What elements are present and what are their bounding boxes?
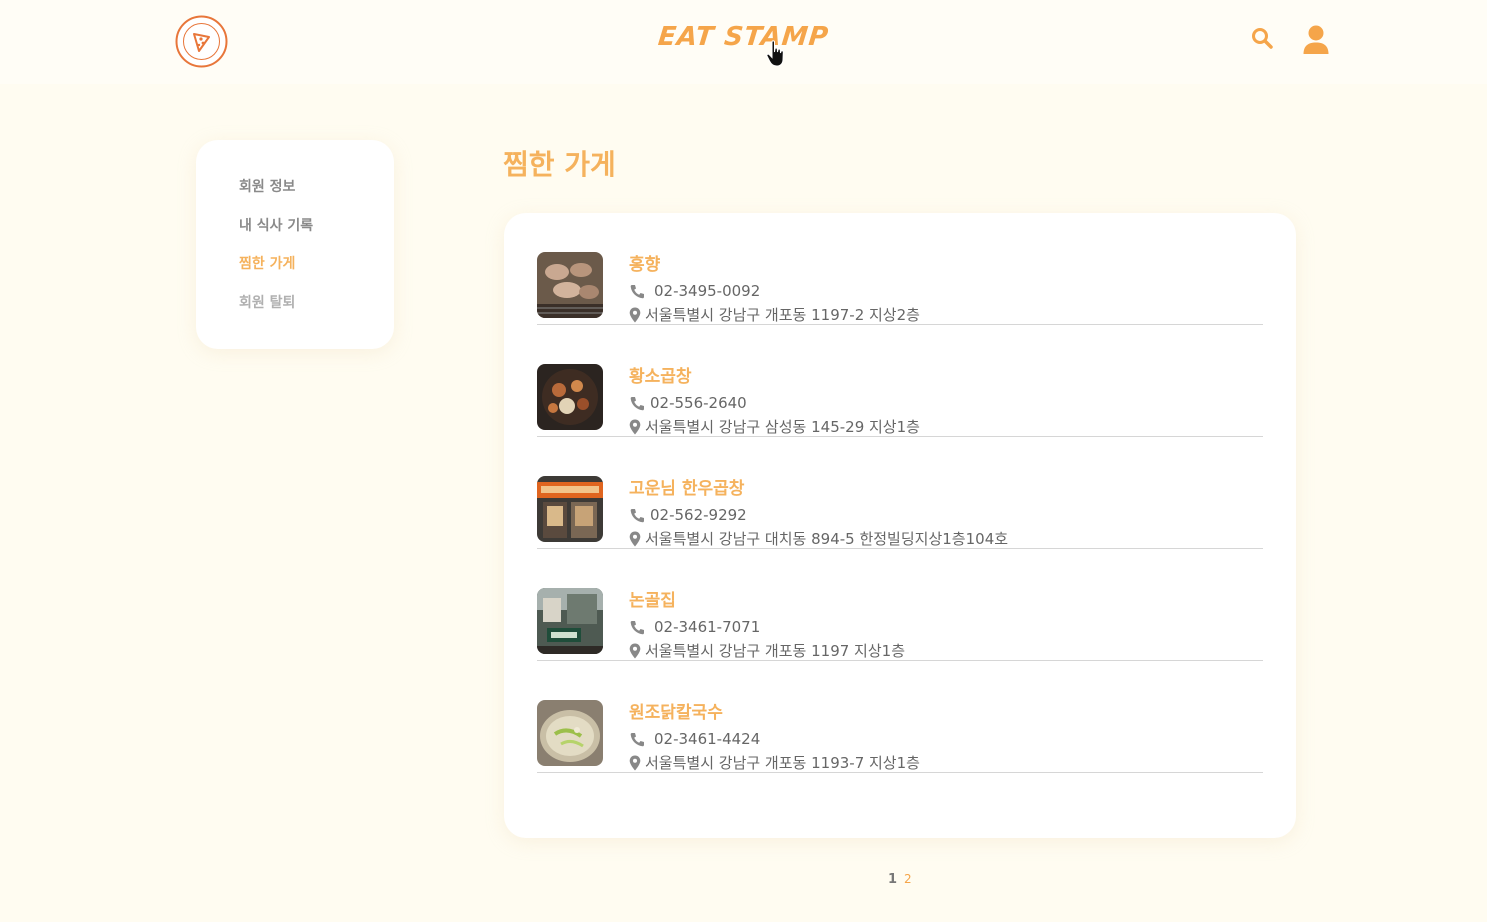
favorite-stores-list: 홍향 02-3495-0092 서울특별시 강남구 개포동 1197-2 지상2… — [504, 213, 1296, 838]
store-name[interactable]: 황소곱창 — [629, 362, 692, 387]
top-header: EAT STAMP — [0, 0, 1487, 84]
list-item[interactable]: 홍향 02-3495-0092 서울특별시 강남구 개포동 1197-2 지상2… — [537, 213, 1263, 325]
phone-number: 02-3495-0092 — [654, 282, 761, 300]
hand-pointer-cursor-icon — [766, 40, 784, 67]
store-photo[interactable] — [537, 588, 603, 654]
store-address: 서울특별시 강남구 삼성동 145-29 지상1층 — [629, 416, 920, 437]
phone-icon — [630, 620, 644, 634]
location-pin-icon — [629, 307, 641, 322]
store-phone: 02-562-9292 — [629, 506, 747, 524]
store-photo[interactable] — [537, 700, 603, 766]
store-photo[interactable] — [537, 364, 603, 430]
address-text: 서울특별시 강남구 개포동 1197 지상1층 — [645, 642, 905, 660]
page-title: 찜한 가게 — [503, 148, 616, 181]
list-item[interactable]: 논골집 02-3461-7071 서울특별시 강남구 개포동 1197 지상1층 — [537, 549, 1263, 661]
pagination: 1 2 — [888, 872, 912, 887]
mypage-sidebar: 회원 정보 내 식사 기록 찜한 가게 회원 탈퇴 — [196, 140, 394, 349]
phone-icon — [630, 508, 644, 522]
store-phone: 02-3461-7071 — [629, 618, 760, 636]
address-text: 서울특별시 강남구 삼성동 145-29 지상1층 — [645, 418, 920, 436]
store-address: 서울특별시 강남구 개포동 1193-7 지상1층 — [629, 752, 920, 773]
location-pin-icon — [629, 419, 641, 434]
store-phone: 02-3495-0092 — [629, 282, 760, 300]
store-phone: 02-3461-4424 — [629, 730, 760, 748]
phone-icon — [630, 732, 644, 746]
phone-number: 02-556-2640 — [650, 394, 747, 412]
store-address: 서울특별시 강남구 대치동 894-5 한정빌딩지상1층104호 — [629, 528, 1008, 549]
list-item[interactable]: 고운님 한우곱창 02-562-9292 서울특별시 강남구 대치동 894-5… — [537, 437, 1263, 549]
address-text: 서울특별시 강남구 개포동 1193-7 지상1층 — [645, 754, 920, 772]
phone-number: 02-562-9292 — [650, 506, 747, 524]
store-name[interactable]: 논골집 — [629, 586, 676, 611]
sidebar-item-favorite-stores[interactable]: 찜한 가게 — [239, 253, 394, 292]
sidebar-item-meal-history[interactable]: 내 식사 기록 — [239, 215, 394, 254]
store-name[interactable]: 고운님 한우곱창 — [629, 474, 744, 499]
store-phone: 02-556-2640 — [629, 394, 747, 412]
phone-number: 02-3461-7071 — [654, 618, 761, 636]
location-pin-icon — [629, 643, 641, 658]
store-name[interactable]: 원조닭칼국수 — [629, 698, 723, 723]
user-icon[interactable] — [1302, 25, 1330, 55]
list-item[interactable]: 황소곱창 02-556-2640 서울특별시 강남구 삼성동 145-29 지상… — [537, 325, 1263, 437]
phone-number: 02-3461-4424 — [654, 730, 761, 748]
sidebar-item-member-info[interactable]: 회원 정보 — [239, 176, 394, 215]
search-icon[interactable] — [1250, 26, 1274, 50]
page-1[interactable]: 1 — [888, 872, 897, 887]
location-pin-icon — [629, 531, 641, 546]
store-photo[interactable] — [537, 476, 603, 542]
list-item[interactable]: 원조닭칼국수 02-3461-4424 서울특별시 강남구 개포동 1193-7… — [537, 661, 1263, 773]
sidebar-item-withdraw[interactable]: 회원 탈퇴 — [239, 292, 394, 331]
page-2[interactable]: 2 — [904, 872, 912, 886]
phone-icon — [630, 284, 644, 298]
store-address: 서울특별시 강남구 개포동 1197 지상1층 — [629, 640, 905, 661]
store-address: 서울특별시 강남구 개포동 1197-2 지상2층 — [629, 304, 920, 325]
phone-icon — [630, 396, 644, 410]
address-text: 서울특별시 강남구 개포동 1197-2 지상2층 — [645, 306, 920, 324]
location-pin-icon — [629, 755, 641, 770]
store-photo[interactable] — [537, 252, 603, 318]
address-text: 서울특별시 강남구 대치동 894-5 한정빌딩지상1층104호 — [645, 530, 1009, 548]
store-name[interactable]: 홍향 — [629, 250, 660, 275]
